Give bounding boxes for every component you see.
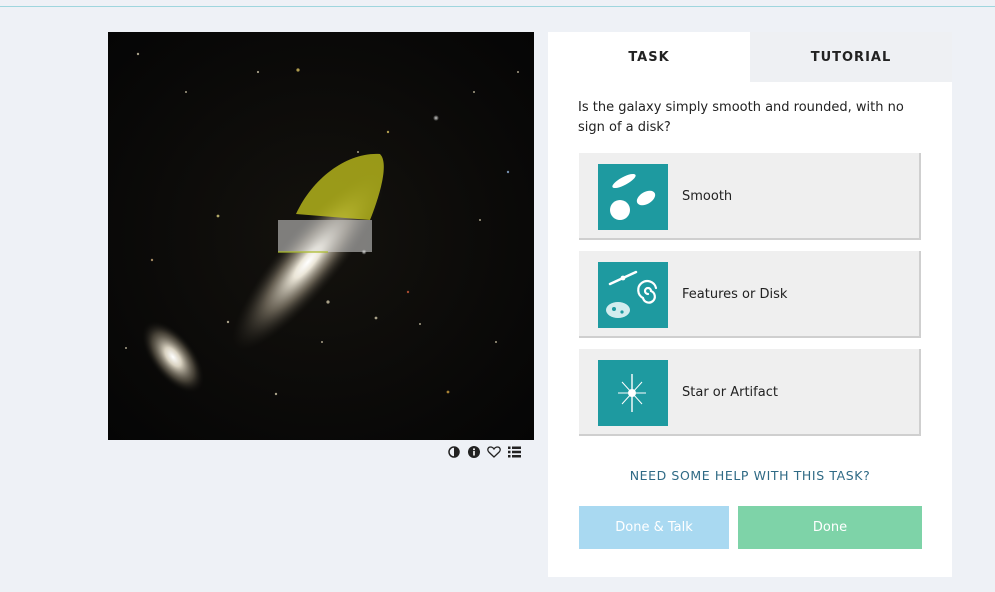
done-and-talk-button[interactable]: Done & Talk <box>579 506 729 549</box>
features-disk-icon <box>598 262 668 328</box>
done-button[interactable]: Done <box>738 506 922 549</box>
task-panel: TASK TUTORIAL Is the galaxy simply smoot… <box>548 32 952 577</box>
panel-tabs: TASK TUTORIAL <box>548 32 952 82</box>
answer-smooth[interactable]: Smooth <box>579 153 921 240</box>
collections-icon[interactable] <box>507 445 521 459</box>
answer-label: Star or Artifact <box>682 384 778 400</box>
answer-star-artifact[interactable]: Star or Artifact <box>579 349 921 436</box>
tab-task[interactable]: TASK <box>548 32 750 82</box>
galaxy-image <box>108 32 534 440</box>
info-icon[interactable] <box>467 445 481 459</box>
star-artifact-icon <box>598 360 668 426</box>
top-divider <box>0 6 995 7</box>
answer-features-disk[interactable]: Features or Disk <box>579 251 921 338</box>
answer-label: Features or Disk <box>682 286 788 302</box>
smooth-icon <box>598 164 668 230</box>
heart-icon[interactable] <box>487 445 501 459</box>
task-question: Is the galaxy simply smooth and rounded,… <box>578 100 904 135</box>
help-link[interactable]: NEED SOME HELP WITH THIS TASK? <box>548 468 952 483</box>
invert-icon[interactable] <box>447 445 461 459</box>
subject-image[interactable] <box>108 32 534 440</box>
answer-list: Smooth Features or Disk Star or Artifact <box>579 153 921 447</box>
subject-toolbar <box>447 444 521 460</box>
tab-tutorial[interactable]: TUTORIAL <box>750 32 952 82</box>
answer-label: Smooth <box>682 188 733 204</box>
